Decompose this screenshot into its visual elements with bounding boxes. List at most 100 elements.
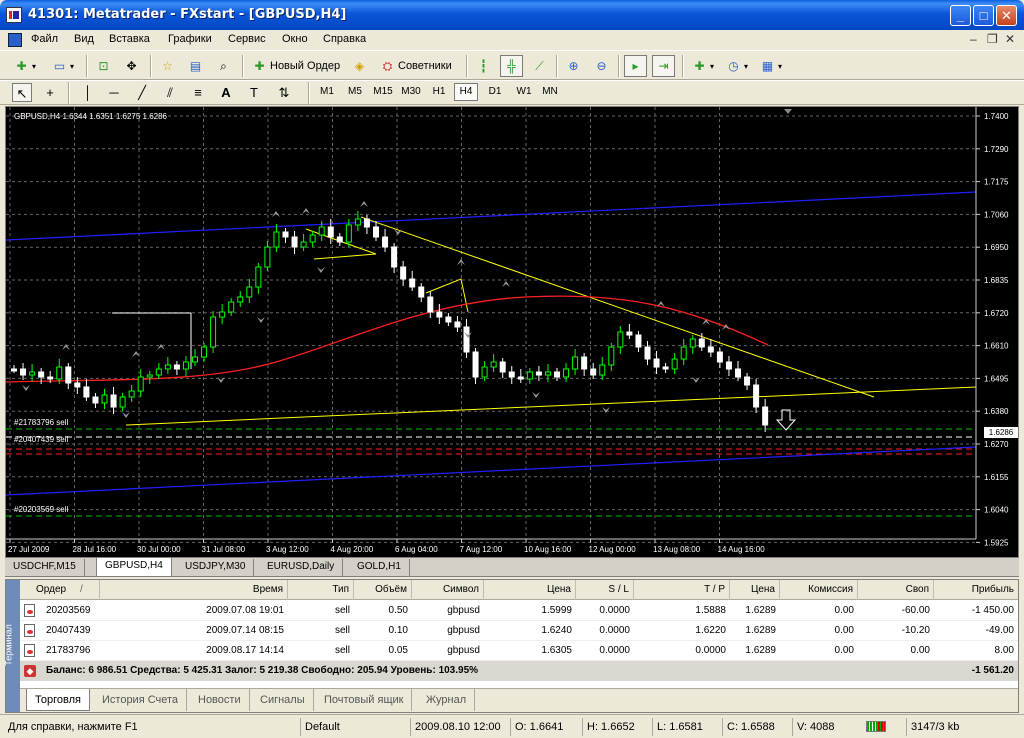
candle-body: [119, 396, 126, 408]
trend-line-icon[interactable]: ╱: [132, 83, 152, 102]
menu-view[interactable]: Вид: [74, 33, 94, 45]
terminal-button[interactable]: ▤: [184, 55, 207, 77]
menu-tools[interactable]: Сервис: [228, 33, 266, 45]
meta-editor-button[interactable]: ◈: [348, 55, 371, 77]
menu-insert[interactable]: Вставка: [109, 33, 150, 45]
menu-file[interactable]: Файл: [31, 33, 58, 45]
candle-chart-button[interactable]: ╬: [500, 55, 523, 77]
templates-icon: ▦: [761, 58, 774, 73]
text-tool-icon[interactable]: A: [216, 83, 236, 102]
x-tick-label: 13 Aug 08:00: [653, 545, 701, 554]
tf-h1-button[interactable]: H1: [428, 83, 450, 101]
candle-body: [318, 226, 325, 236]
tf-m1-button[interactable]: M1: [316, 83, 338, 101]
chart-indicators: [6, 191, 977, 517]
line-chart-button[interactable]: ⟋: [528, 55, 551, 77]
close-button[interactable]: ✕: [996, 5, 1017, 26]
new-chart-button[interactable]: ✚ ▾: [10, 55, 40, 77]
bar-chart-button[interactable]: ┇: [472, 55, 495, 77]
tf-w1-button[interactable]: W1: [512, 83, 536, 101]
indicators-button[interactable]: ✚ ▾: [688, 55, 718, 77]
channel-icon[interactable]: ⫽: [160, 83, 180, 102]
terminal-tab-signals[interactable]: Сигналы: [252, 689, 314, 711]
table-row[interactable]: 20203569 2009.07.08 19:01 sell 0.50 gbpusd 1.…: [20, 601, 1018, 621]
col-type[interactable]: Тип: [288, 580, 354, 600]
fibonacci-icon[interactable]: ≡: [188, 83, 208, 102]
zoom-out-button[interactable]: ⊖: [590, 55, 613, 77]
tester-button[interactable]: ⌕: [212, 55, 235, 77]
crosshair-tool-icon[interactable]: +: [40, 83, 60, 102]
col-cur-price[interactable]: Цена: [730, 580, 780, 600]
experts-button[interactable]: ⛭ Советники: [376, 55, 456, 77]
periods-button[interactable]: ◷ ▾: [722, 55, 752, 77]
col-sl[interactable]: S / L: [576, 580, 634, 600]
mdi-restore-icon[interactable]: ❐: [987, 32, 998, 46]
chart-tab-eurusd[interactable]: EURUSD,Daily: [259, 559, 344, 576]
candle-body: [273, 231, 280, 248]
col-price[interactable]: Цена: [484, 580, 576, 600]
chart-tab-gold[interactable]: GOLD,H1: [349, 559, 410, 576]
terminal-tab-history[interactable]: История Счета: [94, 689, 188, 711]
app-icon[interactable]: [6, 7, 22, 23]
terminal-side-bar[interactable]: Терминал: [4, 580, 20, 712]
tf-m15-button[interactable]: M15: [370, 83, 396, 101]
cursor-tool-icon[interactable]: ↖: [12, 83, 32, 102]
standard-toolbar: ✚ ▾ ▭ ▾ ⊡ ✥ ☆ ▤ ⌕ ✚ Новый Ордер ◈ ⛭ Советник…: [0, 50, 1024, 80]
col-swap[interactable]: Своп: [858, 580, 934, 600]
profiles-button[interactable]: ▭ ▾: [48, 55, 78, 77]
favorites-button[interactable]: ☆: [156, 55, 179, 77]
menu-window[interactable]: Окно: [282, 33, 308, 45]
menu-help[interactable]: Справка: [323, 33, 366, 45]
chart-tab-usdchf[interactable]: USDCHF,M15: [5, 559, 85, 576]
auto-scroll-button[interactable]: ▸: [624, 55, 647, 77]
text-label-icon[interactable]: T: [244, 83, 264, 102]
tf-d1-button[interactable]: D1: [484, 83, 506, 101]
menu-bar: Файл Вид Вставка Графики Сервис Окно Спр…: [0, 30, 1024, 50]
tf-mn-button[interactable]: MN: [538, 83, 562, 101]
chart-shift-button[interactable]: ⇥: [652, 55, 675, 77]
chart-window-icon[interactable]: [8, 33, 22, 47]
candlestick-icon: ╬: [507, 58, 516, 73]
arrows-icon[interactable]: ⇅: [274, 83, 294, 102]
col-time[interactable]: Время: [118, 580, 288, 600]
zoom-in-button[interactable]: ⊕: [562, 55, 585, 77]
tf-h4-button[interactable]: H4: [454, 83, 478, 101]
fractal-down-marker: [602, 407, 610, 413]
candle-body: [173, 364, 180, 370]
tf-m30-button[interactable]: M30: [398, 83, 424, 101]
col-volume[interactable]: Объём: [354, 580, 412, 600]
mdi-close-icon[interactable]: ✕: [1005, 32, 1015, 46]
menu-charts[interactable]: Графики: [168, 33, 212, 45]
chart-canvas[interactable]: 1.7400 1.7290 1.7175 1.7060 1.6950 1.6835 1.67…: [6, 107, 1018, 557]
candle-body: [409, 278, 416, 288]
market-watch-button[interactable]: ⊡: [92, 55, 115, 77]
connection-bars-icon[interactable]: [866, 721, 886, 732]
chart-candles: [11, 109, 797, 432]
candle-body: [689, 338, 696, 348]
terminal-tab-news[interactable]: Новости: [190, 689, 250, 711]
table-row[interactable]: 21783796 2009.08.17 14:14 sell 0.05 gbpusd 1.…: [20, 641, 1018, 661]
mdi-minimize-icon[interactable]: –: [970, 32, 977, 46]
terminal-tab-journal[interactable]: Журнал: [418, 689, 476, 711]
cell-swap: 0.00: [910, 645, 930, 656]
new-order-button[interactable]: ✚ Новый Ордер: [248, 55, 344, 77]
candle-body: [472, 351, 479, 378]
terminal-tab-mailbox[interactable]: Почтовый ящик: [316, 689, 413, 711]
fractal-down-marker: [532, 392, 540, 398]
col-commission[interactable]: Комиссия: [780, 580, 858, 600]
chart-tab-usdjpy[interactable]: USDJPY,M30: [177, 559, 255, 576]
templates-button[interactable]: ▦ ▾: [756, 55, 786, 77]
navigator-button[interactable]: ✥: [120, 55, 143, 77]
table-row[interactable]: 20407439 2009.07.14 08:15 sell 0.10 gbpusd 1.…: [20, 621, 1018, 641]
vertical-line-icon[interactable]: │: [78, 83, 98, 102]
minimize-button[interactable]: _: [950, 5, 971, 26]
tf-m5-button[interactable]: M5: [344, 83, 366, 101]
chart-tab-gbpusd[interactable]: GBPUSD,H4: [96, 558, 172, 577]
col-tp[interactable]: T / P: [634, 580, 730, 600]
col-symbol[interactable]: Символ: [412, 580, 484, 600]
terminal-tab-trade[interactable]: Торговля: [26, 689, 90, 711]
horizontal-line-icon[interactable]: ─: [104, 83, 124, 102]
col-profit[interactable]: Прибыль: [934, 580, 1018, 600]
price-chart[interactable]: 1.7400 1.7290 1.7175 1.7060 1.6950 1.6835 1.67…: [5, 106, 1019, 558]
maximize-button[interactable]: □: [973, 5, 994, 26]
